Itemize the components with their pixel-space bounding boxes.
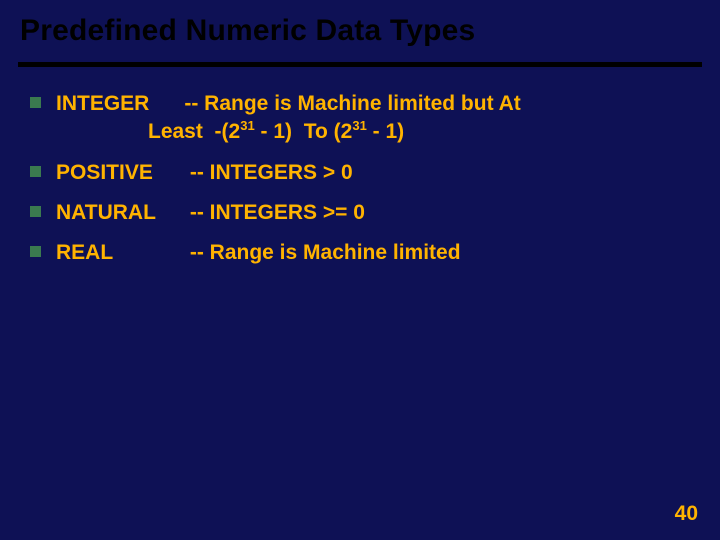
item-desc: -- INTEGERS >= 0 xyxy=(190,201,365,224)
bullet-icon xyxy=(30,166,41,177)
bullet-icon xyxy=(30,206,41,217)
list-item: POSITIVE -- INTEGERS > 0 xyxy=(30,159,700,187)
list-item: REAL -- Range is Machine limited xyxy=(30,239,700,267)
item-desc: -- Range is Machine limited but At xyxy=(184,92,520,115)
page-number: 40 xyxy=(675,502,698,526)
list-item: NATURAL -- INTEGERS >= 0 xyxy=(30,199,700,227)
item-desc: -- INTEGERS > 0 xyxy=(190,161,353,184)
slide-title: Predefined Numeric Data Types xyxy=(0,0,720,48)
slide: Predefined Numeric Data Types INTEGER --… xyxy=(0,0,720,540)
item-label: NATURAL xyxy=(56,199,184,227)
item-label: INTEGER xyxy=(56,92,149,115)
content-area: INTEGER -- Range is Machine limited but … xyxy=(30,90,700,280)
item-desc-line2: Least -(231 - 1) To (231 - 1) xyxy=(56,120,404,143)
title-underline xyxy=(18,62,702,67)
item-desc: -- Range is Machine limited xyxy=(190,241,461,264)
list-item: INTEGER -- Range is Machine limited but … xyxy=(30,90,700,147)
bullet-icon xyxy=(30,246,41,257)
item-label: REAL xyxy=(56,239,184,267)
item-label: POSITIVE xyxy=(56,159,184,187)
bullet-icon xyxy=(30,97,41,108)
